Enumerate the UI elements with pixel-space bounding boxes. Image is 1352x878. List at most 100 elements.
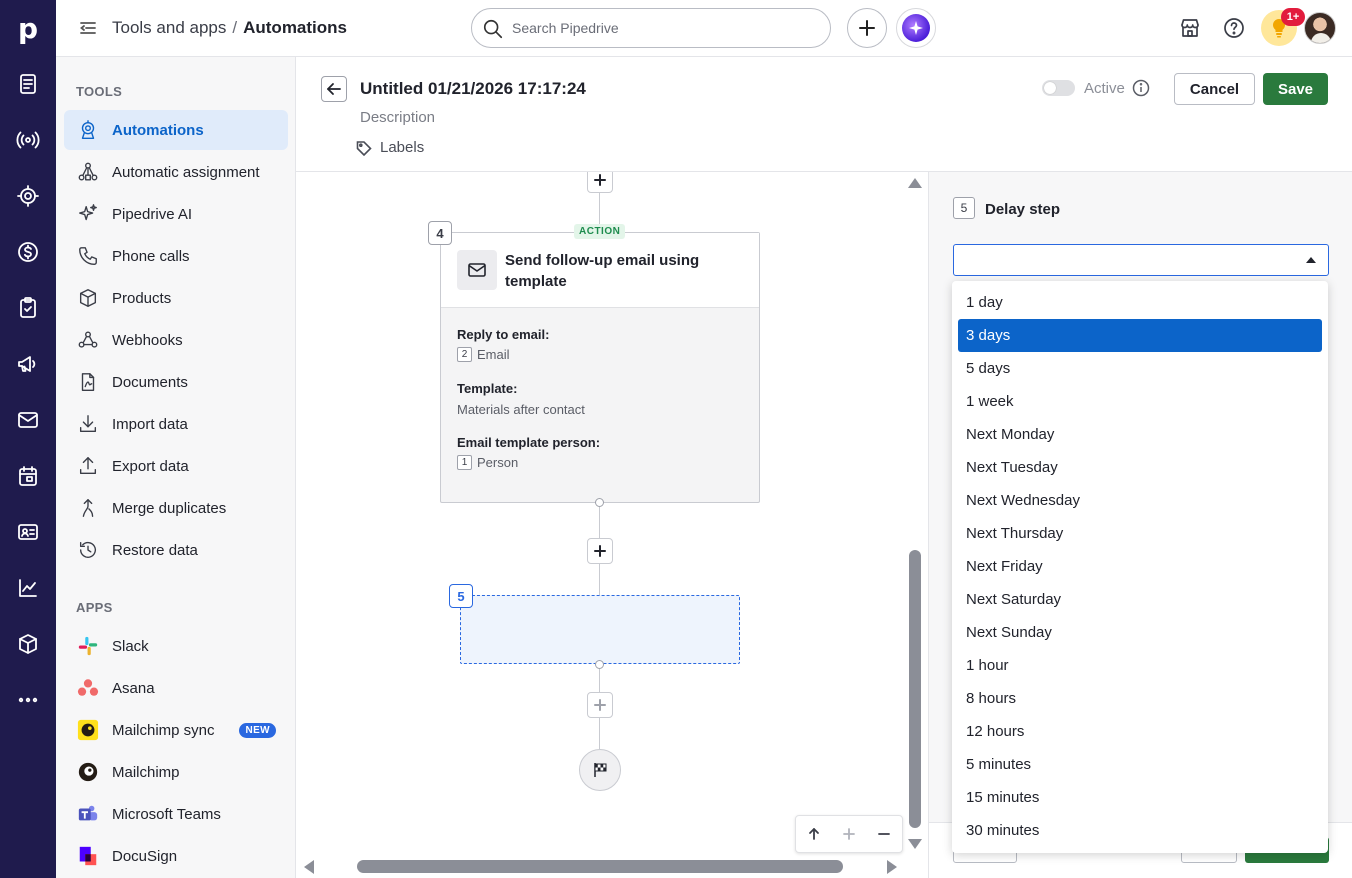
field-value-text: Email [477, 347, 510, 362]
workflow-canvas[interactable]: Send follow-up email using template Repl… [297, 172, 928, 878]
sidebar-item-documents[interactable]: Documents [64, 362, 288, 402]
sidebar-item-label: DocuSign [112, 847, 178, 865]
marketplace-icon[interactable] [1178, 16, 1202, 40]
back-button[interactable] [321, 76, 347, 102]
plus-icon [594, 699, 606, 711]
contacts-icon[interactable] [16, 520, 40, 544]
delay-option[interactable]: Next Friday [958, 550, 1322, 583]
products-icon[interactable] [16, 632, 40, 656]
new-delay-step-placeholder[interactable] [460, 595, 740, 664]
sidebar-item-phone-calls[interactable]: Phone calls [64, 236, 288, 276]
sidebar-item-export-data[interactable]: Export data [64, 446, 288, 486]
breadcrumb-separator: / [232, 18, 238, 37]
delay-option[interactable]: 5 minutes [958, 748, 1322, 781]
sidebar-item-slack[interactable]: Slack [64, 626, 288, 666]
collapse-menu-icon[interactable] [78, 18, 98, 38]
delay-option[interactable]: 1 week [958, 385, 1322, 418]
info-icon[interactable] [1132, 79, 1150, 97]
delay-option[interactable]: 12 hours [958, 715, 1322, 748]
sidebar-item-mailchimp[interactable]: Mailchimp [64, 752, 288, 792]
new-badge: NEW [239, 722, 276, 738]
target-icon[interactable] [16, 184, 40, 208]
sidebar-item-label: Slack [112, 637, 149, 655]
field-value: 2 Email [457, 347, 510, 362]
ai-assistant-button[interactable] [896, 8, 936, 48]
scroll-to-top-button[interactable] [804, 824, 824, 844]
box-icon [76, 286, 100, 310]
scroll-left-arrow[interactable] [304, 860, 314, 874]
add-step-button[interactable] [587, 538, 613, 564]
plus-icon [594, 174, 606, 186]
tools-sidebar: TOOLS Automations Automatic assignment P… [56, 57, 296, 878]
sidebar-item-webhooks[interactable]: Webhooks [64, 320, 288, 360]
delay-option[interactable]: 5 days [958, 352, 1322, 385]
save-button[interactable]: Save [1263, 73, 1328, 105]
delay-option[interactable]: Next Sunday [958, 616, 1322, 649]
user-avatar[interactable] [1304, 12, 1336, 44]
delay-option[interactable]: Next Saturday [958, 583, 1322, 616]
sidebar-item-products[interactable]: Products [64, 278, 288, 318]
delay-option[interactable]: 8 hours [958, 682, 1322, 715]
active-toggle[interactable] [1042, 80, 1075, 96]
horizontal-scrollbar-thumb[interactable] [357, 860, 843, 873]
automation-title[interactable]: Untitled 01/21/2026 17:17:24 [360, 79, 586, 99]
import-icon [76, 412, 100, 436]
delay-option[interactable]: Next Wednesday [958, 484, 1322, 517]
add-step-button[interactable] [587, 172, 613, 193]
delay-option[interactable]: 30 minutes [958, 814, 1322, 847]
sidebar-item-restore-data[interactable]: Restore data [64, 530, 288, 570]
campaigns-icon[interactable] [16, 128, 40, 152]
ai-sparkle-icon [909, 21, 923, 35]
calendar-icon[interactable] [16, 464, 40, 488]
sidebar-item-merge-duplicates[interactable]: Merge duplicates [64, 488, 288, 528]
delay-option[interactable]: Next Monday [958, 418, 1322, 451]
sidebar-item-docusign[interactable]: DocuSign [64, 836, 288, 876]
delay-option[interactable]: 1 hour [958, 649, 1322, 682]
caret-up-icon [1306, 257, 1316, 263]
breadcrumb-parent[interactable]: Tools and apps [112, 18, 226, 37]
connector-dot [595, 660, 604, 669]
delay-select[interactable] [953, 244, 1329, 276]
sidebar-item-import-data[interactable]: Import data [64, 404, 288, 444]
sidebar-item-pipedrive-ai[interactable]: Pipedrive AI [64, 194, 288, 234]
vertical-scrollbar-thumb[interactable] [909, 550, 921, 828]
megaphone-icon[interactable] [16, 352, 40, 376]
add-step-button[interactable] [587, 692, 613, 718]
activities-icon[interactable] [16, 296, 40, 320]
delay-option[interactable]: Next Tuesday [958, 451, 1322, 484]
insights-icon[interactable] [16, 576, 40, 600]
zoom-out-button[interactable] [874, 824, 894, 844]
mail-icon[interactable] [16, 408, 40, 432]
cancel-button[interactable]: Cancel [1174, 73, 1255, 105]
sidebar-item-label: Mailchimp sync [112, 721, 215, 739]
action-step-card[interactable]: Send follow-up email using template Repl… [440, 232, 760, 503]
scroll-right-arrow[interactable] [887, 860, 897, 874]
sidebar-item-microsoft-teams[interactable]: Microsoft Teams [64, 794, 288, 834]
delay-option[interactable]: 15 minutes [958, 781, 1322, 814]
sidebar-item-label: Automatic assignment [112, 163, 260, 181]
sidebar-item-automatic-assignment[interactable]: Automatic assignment [64, 152, 288, 192]
labels-button[interactable]: Labels [356, 139, 424, 156]
sidebar-item-mailchimp-sync[interactable]: Mailchimp sync NEW [64, 710, 288, 750]
delay-option[interactable]: 1 day [958, 286, 1322, 319]
main-nav-rail: p [0, 0, 56, 878]
help-icon[interactable] [1222, 16, 1246, 40]
plus-icon [594, 545, 606, 557]
sidebar-item-label: Asana [112, 679, 155, 697]
delay-option-selected[interactable]: 3 days [958, 319, 1322, 352]
scroll-up-arrow[interactable] [908, 178, 922, 188]
pipedrive-logo[interactable]: p [0, 0, 56, 56]
leads-icon[interactable] [16, 72, 40, 96]
sidebar-item-automations[interactable]: Automations [64, 110, 288, 150]
sidebar-item-asana[interactable]: Asana [64, 668, 288, 708]
quick-add-button[interactable] [847, 8, 887, 48]
scroll-down-arrow[interactable] [908, 839, 922, 849]
automation-icon [76, 118, 100, 142]
search-input[interactable] [512, 17, 812, 39]
phone-icon [76, 244, 100, 268]
more-icon[interactable] [16, 688, 40, 712]
deals-icon[interactable] [16, 240, 40, 264]
description-field[interactable]: Description [360, 109, 435, 126]
zoom-in-button[interactable] [839, 824, 859, 844]
delay-option[interactable]: Next Thursday [958, 517, 1322, 550]
